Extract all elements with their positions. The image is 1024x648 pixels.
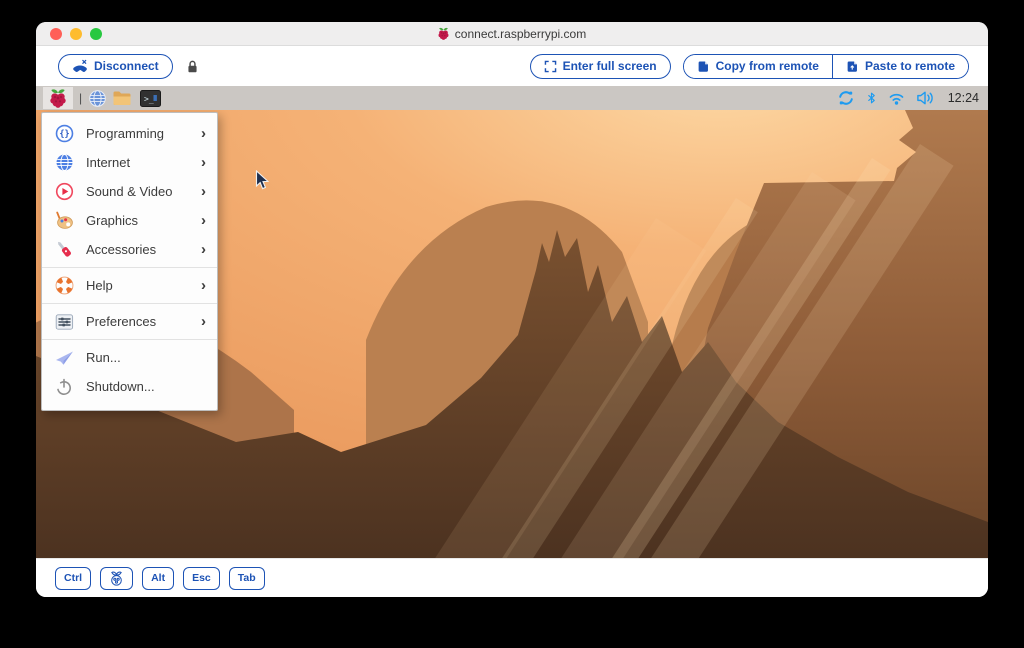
shutdown-icon (54, 377, 74, 397)
submenu-chevron-icon: › (201, 242, 206, 257)
clipboard-button-group: Copy from remote Paste to remote (683, 54, 969, 79)
wifi-icon (888, 91, 905, 105)
key-tab[interactable]: Tab (229, 567, 265, 590)
key-esc[interactable]: Esc (183, 567, 220, 590)
menu-item-label: Graphics (86, 213, 189, 228)
page-title: connect.raspberrypi.com (455, 27, 586, 41)
volume-icon (916, 90, 935, 106)
submenu-chevron-icon: › (201, 278, 206, 293)
graphics-icon (54, 211, 74, 231)
fullscreen-expand-icon (544, 60, 557, 73)
bluetooth-button[interactable] (866, 87, 877, 109)
browser-window: connect.raspberrypi.com Disconnect (36, 22, 988, 597)
submenu-chevron-icon: › (201, 213, 206, 228)
copy-icon (697, 59, 710, 73)
file-manager-icon (112, 89, 132, 107)
pi-taskbar: | >_ (36, 86, 988, 110)
title-bar: connect.raspberrypi.com (36, 22, 988, 46)
menu-item-help[interactable]: Help › (42, 271, 217, 300)
close-button[interactable] (50, 28, 62, 40)
menu-item-shutdown[interactable]: Shutdown... (42, 372, 217, 401)
web-browser-icon (88, 89, 107, 108)
menu-item-preferences[interactable]: Preferences › (42, 307, 217, 336)
accessories-icon (54, 240, 74, 260)
terminal-launcher[interactable]: >_ (140, 87, 161, 109)
connect-toolbar: Disconnect Enter full screen (36, 46, 988, 86)
programming-icon: {} (54, 124, 74, 144)
menu-item-programming[interactable]: {} Programming › (42, 119, 217, 148)
web-browser-launcher[interactable] (88, 87, 107, 109)
submenu-chevron-icon: › (201, 314, 206, 329)
toolbar-right-group: Enter full screen Copy from remote (530, 54, 969, 79)
remote-desktop[interactable]: {} Programming › (36, 110, 988, 558)
preferences-icon (54, 312, 74, 332)
menu-separator (42, 267, 217, 268)
paste-to-remote-label: Paste to remote (865, 59, 955, 73)
run-icon (54, 348, 74, 368)
menu-item-label: Internet (86, 155, 189, 170)
traffic-lights (50, 22, 102, 45)
phone-disconnect-icon (72, 59, 88, 74)
svg-text:>_: >_ (144, 94, 154, 103)
updates-sync-icon (837, 90, 855, 106)
paste-icon (846, 59, 859, 73)
wifi-button[interactable] (888, 87, 905, 109)
submenu-chevron-icon: › (201, 184, 206, 199)
enter-fullscreen-label: Enter full screen (563, 59, 657, 73)
menu-item-label: Preferences (86, 314, 189, 329)
key-alt[interactable]: Alt (142, 567, 174, 590)
disconnect-button[interactable]: Disconnect (58, 54, 173, 79)
menu-item-label: Run... (86, 350, 206, 365)
menu-separator (42, 339, 217, 340)
screen-background: connect.raspberrypi.com Disconnect (0, 0, 1024, 648)
internet-icon (54, 153, 74, 173)
menu-item-label: Sound & Video (86, 184, 189, 199)
enter-fullscreen-button[interactable]: Enter full screen (530, 54, 671, 79)
raspberry-menu-icon (50, 88, 66, 108)
file-manager-launcher[interactable] (112, 87, 132, 109)
submenu-chevron-icon: › (201, 126, 206, 141)
paste-to-remote-button[interactable]: Paste to remote (832, 55, 968, 78)
clock[interactable]: 12:24 (948, 91, 979, 105)
raspberry-menu-button[interactable] (43, 87, 73, 109)
menu-item-graphics[interactable]: Graphics › (42, 206, 217, 235)
disconnect-label: Disconnect (94, 59, 159, 73)
terminal-icon: >_ (140, 90, 161, 107)
key-ctrl[interactable]: Ctrl (55, 567, 91, 590)
zoom-button[interactable] (90, 28, 102, 40)
menu-item-label: Help (86, 278, 189, 293)
raspberry-favicon (438, 27, 449, 40)
menu-item-label: Accessories (86, 242, 189, 257)
copy-from-remote-button[interactable]: Copy from remote (684, 55, 832, 78)
menu-separator (42, 303, 217, 304)
menu-item-run[interactable]: Run... (42, 343, 217, 372)
menu-item-label: Programming (86, 126, 189, 141)
minimize-button[interactable] (70, 28, 82, 40)
bluetooth-icon (866, 90, 877, 106)
taskbar-status-area: 12:24 (837, 87, 979, 109)
secure-lock-icon (186, 59, 199, 74)
sound-video-icon (54, 182, 74, 202)
key-raspberry[interactable] (100, 567, 133, 590)
menu-item-sound-video[interactable]: Sound & Video › (42, 177, 217, 206)
svg-text:{}: {} (59, 130, 69, 140)
virtual-keybar: Ctrl Alt Esc Tab (36, 558, 988, 597)
volume-button[interactable] (916, 87, 935, 109)
menu-item-accessories[interactable]: Accessories › (42, 235, 217, 264)
menu-item-internet[interactable]: Internet › (42, 148, 217, 177)
menu-item-label: Shutdown... (86, 379, 206, 394)
raspberry-key-icon (109, 570, 124, 587)
taskbar-separator: | (79, 92, 82, 104)
app-menu: {} Programming › (41, 112, 218, 411)
copy-from-remote-label: Copy from remote (716, 59, 819, 73)
submenu-chevron-icon: › (201, 155, 206, 170)
updates-sync-button[interactable] (837, 87, 855, 109)
window-title-wrap: connect.raspberrypi.com (438, 27, 586, 41)
help-icon (54, 276, 74, 296)
